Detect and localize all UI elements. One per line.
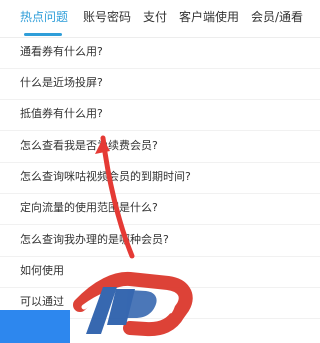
tab-membership[interactable]: 会员/通看 (251, 9, 303, 25)
faq-item-label: 通看券有什么用? (20, 45, 103, 58)
faq-item-label: 什么是近场投屏? (20, 76, 103, 89)
faq-item-label: 如何使用 (20, 264, 64, 277)
tab-payment[interactable]: 支付 (143, 9, 167, 25)
faq-item-label: 怎么查询我办理的是哪种会员? (20, 233, 169, 246)
faq-item-label: 怎么查看我是否为续费会员? (20, 139, 158, 152)
faq-item-label: 可以通过 (20, 295, 64, 308)
faq-item-renewal-member[interactable]: 怎么查看我是否为续费会员? (0, 132, 320, 163)
faq-item-nearfield-cast[interactable]: 什么是近场投屏? (0, 69, 320, 100)
faq-item-directed-traffic[interactable]: 定向流量的使用范围是什么? (0, 194, 320, 225)
bottom-blue-bar (0, 310, 70, 343)
active-tab-indicator (24, 33, 62, 36)
faq-item-label: 怎么查询咪咕视频会员的到期时间? (20, 170, 191, 183)
top-tab-bar: 热点问题 账号密码 支付 客户端使用 会员/通看 (0, 0, 320, 38)
faq-list: 通看券有什么用? 什么是近场投屏? 抵值券有什么用? 怎么查看我是否为续费会员?… (0, 38, 320, 343)
tab-client-use[interactable]: 客户端使用 (179, 9, 239, 25)
faq-item-expiry-time[interactable]: 怎么查询咪咕视频会员的到期时间? (0, 163, 320, 194)
faq-item-label: 抵值券有什么用? (20, 107, 103, 120)
faq-item-how-to-use[interactable]: 如何使用 (0, 257, 320, 288)
tab-account-password[interactable]: 账号密码 (83, 9, 131, 25)
tab-hot-questions[interactable]: 热点问题 (20, 9, 68, 25)
faq-item-member-type[interactable]: 怎么查询我办理的是哪种会员? (0, 226, 320, 257)
faq-item-label: 定向流量的使用范围是什么? (20, 201, 158, 214)
faq-item-deduction-voucher[interactable]: 抵值券有什么用? (0, 100, 320, 131)
faq-item-voucher[interactable]: 通看券有什么用? (0, 38, 320, 69)
